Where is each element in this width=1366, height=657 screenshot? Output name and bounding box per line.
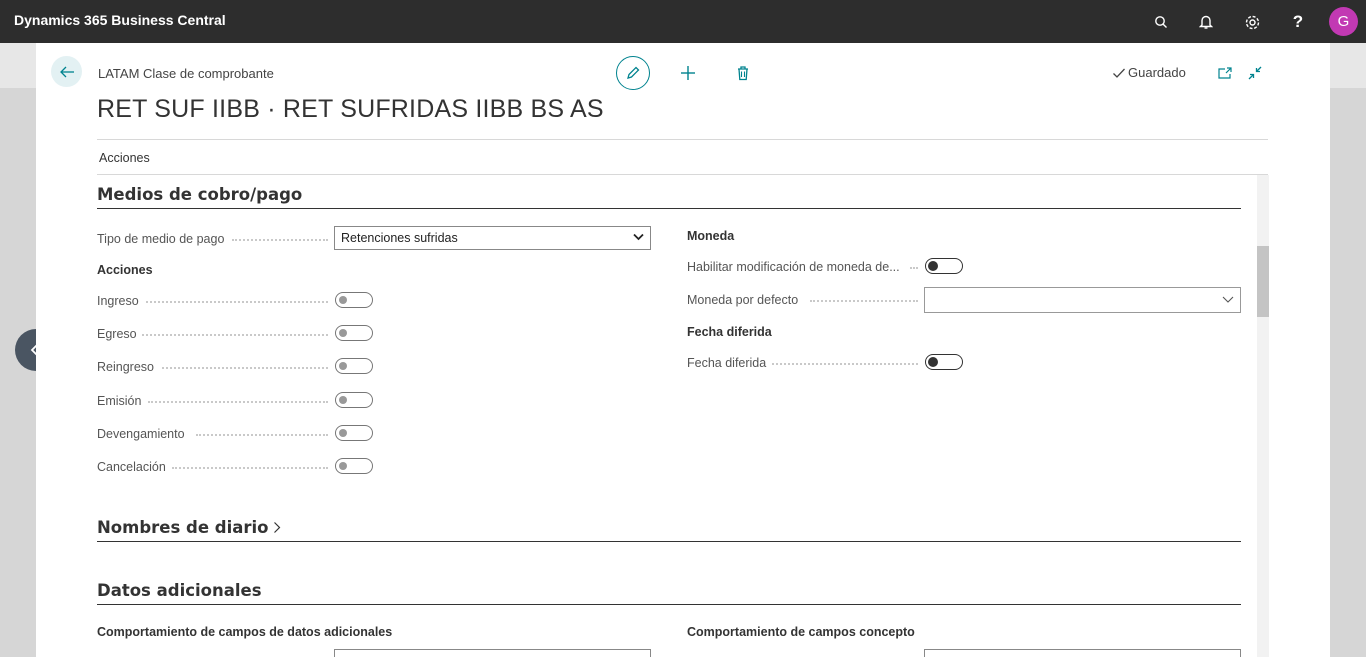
record-card [36,43,1330,657]
delete-button[interactable] [732,62,754,84]
chevron-down-icon [1222,296,1234,303]
collapse-button[interactable] [1244,62,1266,84]
toggle-fecha-diferida[interactable] [925,354,963,370]
section-divider [97,208,1241,209]
open-in-new-window-icon [1218,67,1232,79]
toggle-label-ingreso: Ingreso [97,294,139,308]
chevron-down-icon [633,233,644,241]
leader-dots [172,467,328,469]
back-button[interactable] [51,56,82,87]
payment-type-label: Tipo de medio de pago [97,232,225,246]
edit-button[interactable] [616,56,650,90]
toggle-habilitar-moneda[interactable] [925,258,963,274]
toggle-egreso[interactable] [335,325,373,341]
payment-type-select[interactable]: Retenciones sufridas [334,226,651,250]
tab-actions[interactable]: Acciones [99,151,150,165]
trash-icon [738,66,748,81]
breadcrumb: LATAM Clase de comprobante [98,66,274,81]
leader-dots [772,363,918,365]
section-title-datos[interactable]: Datos adicionales [97,581,262,600]
pencil-icon [627,66,640,79]
section-divider [97,541,1241,542]
section-title-nombres-label: Nombres de diario [97,518,269,537]
group-datos-adicionales: Comportamiento de campos de datos adicio… [97,625,393,639]
group-moneda: Moneda [687,229,735,243]
check-icon [1113,68,1125,78]
avatar[interactable]: G [1329,7,1358,36]
bell-icon[interactable] [1193,9,1219,35]
saved-status: Guardado [1112,65,1186,80]
top-bar: Dynamics 365 Business Central ? G [0,0,1366,43]
section-title-nombres[interactable]: Nombres de diario [97,518,281,537]
leader-dots [910,267,918,269]
chevron-right-icon [273,522,280,533]
section-title-medios[interactable]: Medios de cobro/pago [97,185,302,204]
payment-type-value: Retenciones sufridas [341,231,458,245]
toggle-cancelacion[interactable] [335,458,373,474]
divider [97,139,1268,140]
arrow-left-icon [59,66,74,77]
toggle-label-cancelacion: Cancelación [97,460,166,474]
open-new-window-button[interactable] [1214,62,1236,84]
group-acciones: Acciones [97,263,153,277]
toggle-label-devengamiento: Devengamiento [97,427,185,441]
help-icon[interactable]: ? [1285,9,1311,35]
leader-dots [232,239,328,241]
divider [97,174,1268,175]
moneda-defecto-label: Moneda por defecto [687,293,799,307]
leader-dots [810,300,918,302]
toggle-devengamiento[interactable] [335,425,373,441]
saved-label: Guardado [1128,65,1186,80]
leader-dots [148,401,328,403]
leader-dots [142,334,328,336]
collapse-icon [1248,66,1262,80]
gear-icon[interactable] [1239,9,1265,35]
moneda-defecto-select[interactable] [924,287,1241,313]
campos-concepto-select[interactable] [924,649,1241,657]
page-title: RET SUF IIBB · RET SUFRIDAS IIBB BS AS [97,95,604,123]
leader-dots [146,301,328,303]
toggle-ingreso[interactable] [335,292,373,308]
scrollbar-thumb[interactable] [1257,246,1269,317]
toggle-emision[interactable] [335,392,373,408]
toggle-label-reingreso: Reingreso [97,360,154,374]
leader-dots [162,367,328,369]
leader-dots [196,434,328,436]
group-fecha-diferida: Fecha diferida [687,325,772,339]
new-button[interactable] [677,62,699,84]
toggle-label-emision: Emisión [97,394,142,408]
fecha-diferida-label: Fecha diferida [687,356,767,370]
section-divider [97,604,1241,605]
group-campos-concepto: Comportamiento de campos concepto [687,625,915,639]
toggle-reingreso[interactable] [335,358,373,374]
toggle-label-egreso: Egreso [97,327,137,341]
app-title[interactable]: Dynamics 365 Business Central [14,12,226,28]
search-icon[interactable] [1148,9,1174,35]
datos-adicionales-select[interactable] [334,649,651,657]
habilitar-moneda-label: Habilitar modificación de moneda de... [687,260,900,274]
plus-icon [681,66,695,80]
